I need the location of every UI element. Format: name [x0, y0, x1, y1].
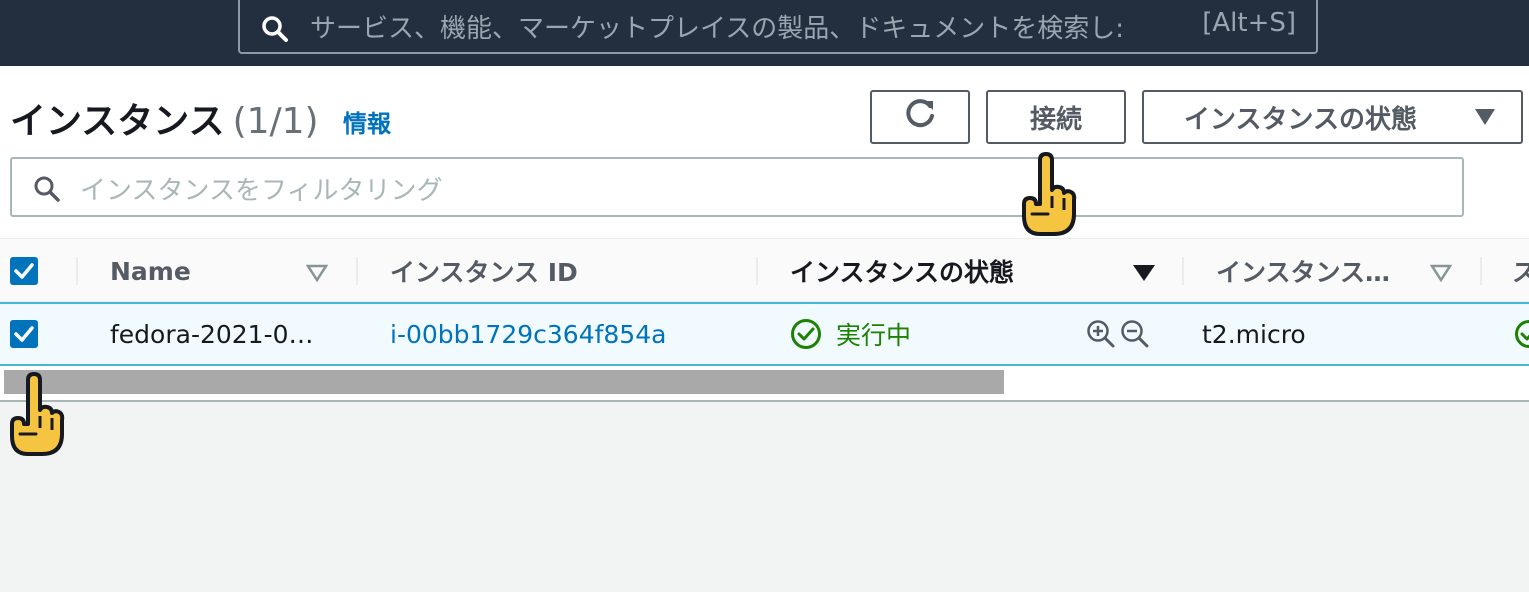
cell-name: fedora-2021-0…: [110, 319, 314, 349]
select-all-checkbox[interactable]: [10, 257, 38, 285]
column-header-instance-type[interactable]: インスタンス…: [1216, 239, 1390, 303]
row-checkbox[interactable]: [10, 320, 38, 348]
status-check-icon: [1514, 304, 1529, 364]
search-icon: [32, 174, 62, 208]
instance-filter-placeholder: インスタンスをフィルタリング: [80, 176, 443, 206]
page-title-text: インスタンス: [10, 101, 225, 142]
instance-filter-input[interactable]: インスタンスをフィルタリング: [10, 157, 1464, 217]
global-search-placeholder: サービス、機能、マーケットプレイスの製品、ドキュメントを検索し:: [310, 14, 1124, 44]
instance-count: (1/1): [232, 101, 319, 142]
column-divider[interactable]: [356, 257, 358, 285]
cell-instance-state: 実行中: [790, 304, 911, 364]
caret-down-icon: [1475, 109, 1495, 125]
pointing-hand-cursor-icon: [10, 372, 65, 456]
column-header-name[interactable]: Name: [110, 239, 191, 303]
column-header-instance-id[interactable]: インスタンス ID: [390, 239, 578, 303]
pointing-hand-cursor-icon: [1022, 152, 1077, 236]
table-row[interactable]: fedora-2021-0… i-00bb1729c364f854a 実行中 t…: [0, 302, 1529, 366]
instance-state-text: 実行中: [836, 321, 912, 350]
search-shortcut-hint: [Alt+S]: [1202, 8, 1296, 38]
refresh-icon: [902, 96, 938, 139]
page-title: インスタンス (1/1): [10, 92, 319, 144]
column-divider[interactable]: [1182, 257, 1184, 285]
global-search-input[interactable]: サービス、機能、マーケットプレイスの製品、ドキュメントを検索し: [Alt+S]: [238, 0, 1318, 54]
search-icon: [260, 14, 290, 48]
column-header-status-check[interactable]: ス: [1512, 239, 1529, 303]
zoom-in-icon[interactable]: [1086, 304, 1116, 364]
instance-state-dropdown[interactable]: インスタンスの状態: [1142, 90, 1523, 144]
success-check-icon: [790, 318, 822, 350]
cell-instance-type: t2.micro: [1202, 319, 1306, 349]
zoom-out-icon[interactable]: [1120, 304, 1150, 364]
horizontal-scrollbar-thumb[interactable]: [4, 370, 1004, 394]
connect-button[interactable]: 接続: [986, 90, 1126, 144]
instance-state-dropdown-label: インスタンスの状態: [1184, 104, 1417, 135]
column-divider[interactable]: [756, 257, 758, 285]
column-divider: [76, 257, 78, 285]
table-header: Name インスタンス ID インスタンスの状態 インスタンス… ス: [0, 238, 1529, 302]
instance-id-link[interactable]: i-00bb1729c364f854a: [390, 304, 666, 364]
instances-panel: インスタンス (1/1) 情報 接続 インスタンスの状態 インスタンスをフィルタリ…: [0, 66, 1529, 402]
column-divider[interactable]: [1480, 257, 1482, 285]
info-link[interactable]: 情報: [343, 104, 391, 139]
top-navigation-bar: サービス、機能、マーケットプレイスの製品、ドキュメントを検索し: [Alt+S]: [0, 0, 1529, 66]
column-header-instance-state[interactable]: インスタンスの状態: [790, 239, 1014, 303]
refresh-button[interactable]: [870, 90, 970, 144]
